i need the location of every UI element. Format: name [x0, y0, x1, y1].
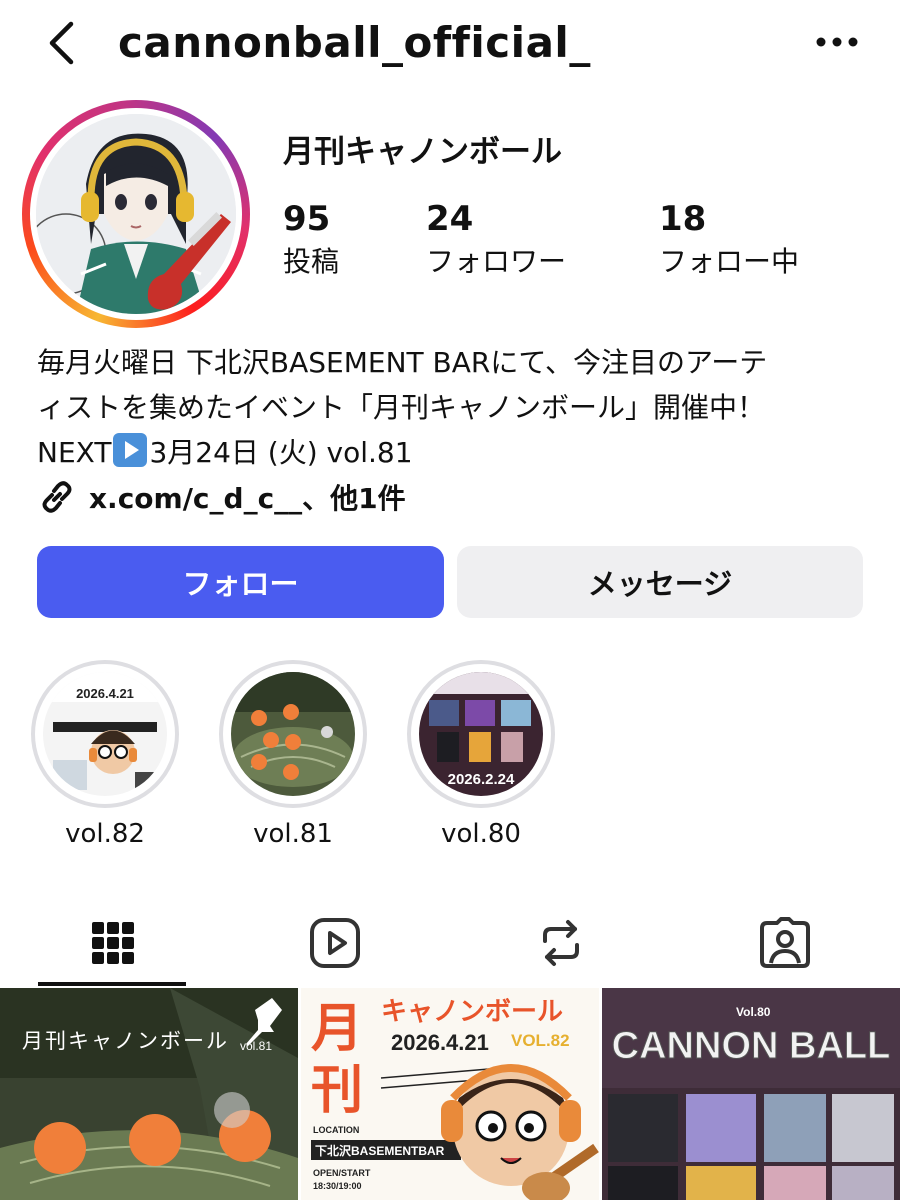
highlight-vol82[interactable]: 2026.4.21 vol.82 [31, 660, 179, 854]
active-tab-indicator [38, 982, 186, 986]
post-title-text: CANNON BALL [612, 1025, 891, 1067]
profile-bio: 毎月火曜日 下北沢BASEMENT BARにて、今注目のアーテ ィストを集めたイ… [37, 340, 867, 475]
post-vol-text: Vol.80 [736, 1005, 771, 1019]
bio-next-text: NEXT [37, 436, 112, 469]
grid-icon [91, 922, 134, 964]
profile-link[interactable]: x.com/c_d_c__、他1件 [37, 476, 406, 518]
highlight-date-text: 2026.2.24 [448, 771, 515, 788]
post-headline-text: キャノンボール [381, 996, 563, 1026]
profile-tabs [0, 900, 900, 986]
posts-grid: 月刊キャノンボール vol.81 月 刊 キャノンボール 2026.4.21 V… [0, 988, 900, 1200]
post-open-label: OPEN/START [313, 1168, 371, 1178]
post-vol-text: vol.81 [240, 1039, 272, 1053]
highlight-cover [231, 672, 355, 796]
more-options-button[interactable] [812, 22, 862, 62]
following-count[interactable]: 18 フォロー中 [659, 196, 799, 282]
post-kanji-text: 刊 [311, 1062, 363, 1120]
following-count-value: 18 [659, 199, 707, 239]
tagged-icon [759, 917, 810, 968]
followers-count[interactable]: 24 フォロワー [426, 196, 566, 282]
profile-avatar [36, 114, 236, 314]
play-button-emoji-icon [113, 433, 148, 467]
reposts-icon [542, 920, 579, 966]
highlight-cover: 2026.2.24 [419, 672, 543, 796]
tab-reels[interactable] [262, 900, 407, 986]
highlight-label: vol.81 [253, 819, 333, 849]
post-open-time: 18:30/19:00 [313, 1181, 362, 1191]
chevron-left-icon [49, 21, 74, 65]
profile-link-text: x.com/c_d_c__、他1件 [89, 482, 406, 515]
highlight-vol81[interactable]: vol.81 [219, 660, 367, 854]
bio-line: NEXT 3月24日 (火) vol.81 [37, 430, 867, 475]
followers-count-label: フォロワー [426, 245, 567, 278]
followers-count-value: 24 [426, 199, 474, 239]
posts-count-value: 95 [283, 199, 331, 239]
highlight-label: vol.82 [65, 819, 145, 849]
posts-count-label: 投稿 [283, 245, 340, 278]
tab-tagged[interactable] [712, 900, 857, 986]
post-thumbnail[interactable]: 月刊キャノンボール vol.81 [0, 988, 298, 1200]
tab-posts[interactable] [40, 900, 185, 986]
highlight-date-text: 2026.4.21 [76, 686, 134, 701]
message-button[interactable]: メッセージ [457, 546, 863, 618]
top-bar: cannonball_official_ [0, 0, 900, 90]
link-icon [42, 481, 72, 513]
profile-username: cannonball_official_ [118, 18, 591, 67]
highlight-cover: 2026.4.21 [43, 672, 167, 796]
bio-line: ィストを集めたイベント「月刊キャノンボール」開催中！ [37, 391, 766, 424]
bio-line: 毎月火曜日 下北沢BASEMENT BARにて、今注目のアーテ [37, 346, 768, 379]
highlight-vol80[interactable]: 2026.2.24 vol.80 [407, 660, 555, 854]
more-horizontal-icon [816, 37, 858, 47]
bio-date-text: 3月24日 (火) vol.81 [149, 436, 413, 469]
post-venue-text: 下北沢BASEMENTBAR [315, 1143, 445, 1158]
story-ring[interactable] [22, 100, 250, 328]
post-kanji-text: 月 [311, 1000, 363, 1058]
following-count-label: フォロー中 [659, 245, 800, 278]
tab-reposts[interactable] [488, 900, 633, 986]
highlight-label: vol.80 [441, 819, 521, 849]
display-name: 月刊キャノンボール [283, 134, 562, 170]
post-thumbnail[interactable]: Vol.80 CANNON BALL [602, 988, 900, 1200]
follow-button[interactable]: フォロー [37, 546, 444, 618]
post-date-text: 2026.4.21 [391, 1030, 489, 1055]
post-thumbnail[interactable]: 月 刊 キャノンボール 2026.4.21 VOL.82 LOCATION 下北… [301, 988, 599, 1200]
posts-count: 95 投稿 [283, 196, 339, 282]
back-button[interactable] [40, 18, 90, 68]
post-location-label: LOCATION [313, 1125, 359, 1135]
post-vol-text: VOL.82 [511, 1031, 570, 1050]
post-title-text: 月刊キャノンボール [22, 1030, 229, 1053]
reels-icon [309, 918, 360, 968]
